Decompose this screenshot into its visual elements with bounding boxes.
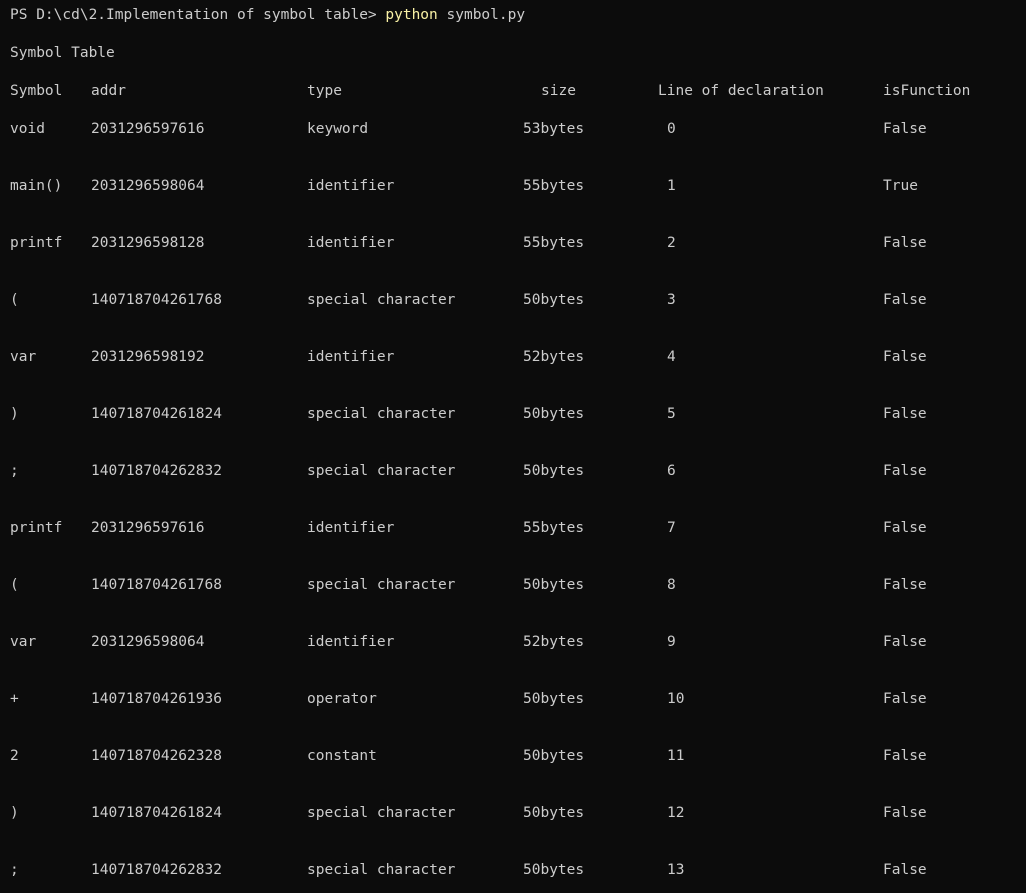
command-executable: python [385,7,438,23]
cell-line: 3 [667,292,676,308]
cell-addr: 2031296598192 [91,349,205,365]
cell-line: 13 [667,862,685,878]
cell-line: 0 [667,121,676,137]
cell-isfunction: False [883,349,927,365]
cell-isfunction: True [883,178,918,194]
cell-line: 8 [667,577,676,593]
cell-line: 7 [667,520,676,536]
cell-isfunction: False [883,292,927,308]
cell-type: special character [307,577,456,593]
cell-type: constant [307,748,377,764]
table-header: Symbol addr type size Line of declaratio… [0,83,1026,224]
cell-type: identifier [307,520,395,536]
cell-symbol: ) [10,406,19,422]
cell-type: identifier [307,178,395,194]
cell-size: 50bytes [523,748,585,764]
cell-type: special character [307,862,456,878]
cell-isfunction: False [883,805,927,821]
cell-isfunction: False [883,634,927,650]
cell-symbol: ) [10,805,19,821]
cell-addr: 140718704262832 [91,463,222,479]
cell-symbol: void [10,121,45,137]
cell-isfunction: False [883,235,927,251]
command-arguments: symbol.py [437,7,526,23]
cell-type: keyword [307,121,369,137]
cell-line: 11 [667,748,685,764]
cell-symbol: ; [10,862,19,878]
cell-size: 50bytes [523,805,585,821]
cell-line: 5 [667,406,676,422]
cell-type: identifier [307,235,395,251]
header-size: size [541,83,576,99]
cell-isfunction: False [883,406,927,422]
cell-addr: 140718704261768 [91,577,222,593]
cell-type: special character [307,292,456,308]
prompt-text: PS D:\cd\2.Implementation of symbol tabl… [10,7,386,23]
cell-addr: 140718704261936 [91,691,222,707]
cell-addr: 140718704261824 [91,406,222,422]
table-title: Symbol Table [10,45,115,61]
cell-symbol: printf [10,520,63,536]
cell-symbol: ( [10,292,19,308]
command-line: PS D:\cd\2.Implementation of symbol tabl… [10,5,525,25]
cell-isfunction: False [883,520,927,536]
cell-addr: 2031296598064 [91,634,205,650]
cell-isfunction: False [883,691,927,707]
cell-size: 50bytes [523,691,585,707]
cell-addr: 140718704262328 [91,748,222,764]
cell-addr: 2031296598128 [91,235,205,251]
cell-size: 55bytes [523,235,585,251]
cell-isfunction: False [883,748,927,764]
cell-type: special character [307,406,456,422]
cell-symbol: ; [10,463,19,479]
header-addr: addr [91,83,126,99]
cell-line: 4 [667,349,676,365]
cell-size: 53bytes [523,121,585,137]
cell-size: 55bytes [523,520,585,536]
cell-addr: 140718704261768 [91,292,222,308]
cell-addr: 2031296597616 [91,121,205,137]
cell-size: 50bytes [523,292,585,308]
cell-symbol: var [10,349,37,365]
cell-line: 12 [667,805,685,821]
cell-symbol: ( [10,577,19,593]
cell-type: special character [307,463,456,479]
terminal-window[interactable]: PS D:\cd\2.Implementation of symbol tabl… [0,0,1026,893]
cell-type: identifier [307,349,395,365]
cell-size: 52bytes [523,634,585,650]
cell-symbol: 2 [10,748,19,764]
cell-addr: 2031296597616 [91,520,205,536]
cell-isfunction: False [883,577,927,593]
cell-size: 50bytes [523,406,585,422]
cell-line: 9 [667,634,676,650]
cell-size: 52bytes [523,349,585,365]
cell-isfunction: False [883,463,927,479]
cell-size: 50bytes [523,862,585,878]
cell-isfunction: False [883,121,927,137]
cell-symbol: printf [10,235,63,251]
cell-line: 6 [667,463,676,479]
header-symbol: Symbol [10,83,63,99]
cell-symbol: main() [10,178,63,194]
cell-line: 2 [667,235,676,251]
cell-symbol: + [10,691,19,707]
cell-addr: 140718704261824 [91,805,222,821]
cell-symbol: var [10,634,37,650]
cell-size: 50bytes [523,577,585,593]
cell-isfunction: False [883,862,927,878]
cell-type: identifier [307,634,395,650]
cell-size: 50bytes [523,463,585,479]
cell-type: operator [307,691,377,707]
cell-addr: 140718704262832 [91,862,222,878]
cell-size: 55bytes [523,178,585,194]
header-line: Line of declaration [658,83,824,99]
cell-line: 10 [667,691,685,707]
cell-type: special character [307,805,456,821]
header-isfunction: isFunction [883,83,971,99]
cell-line: 1 [667,178,676,194]
cell-addr: 2031296598064 [91,178,205,194]
header-type: type [307,83,342,99]
